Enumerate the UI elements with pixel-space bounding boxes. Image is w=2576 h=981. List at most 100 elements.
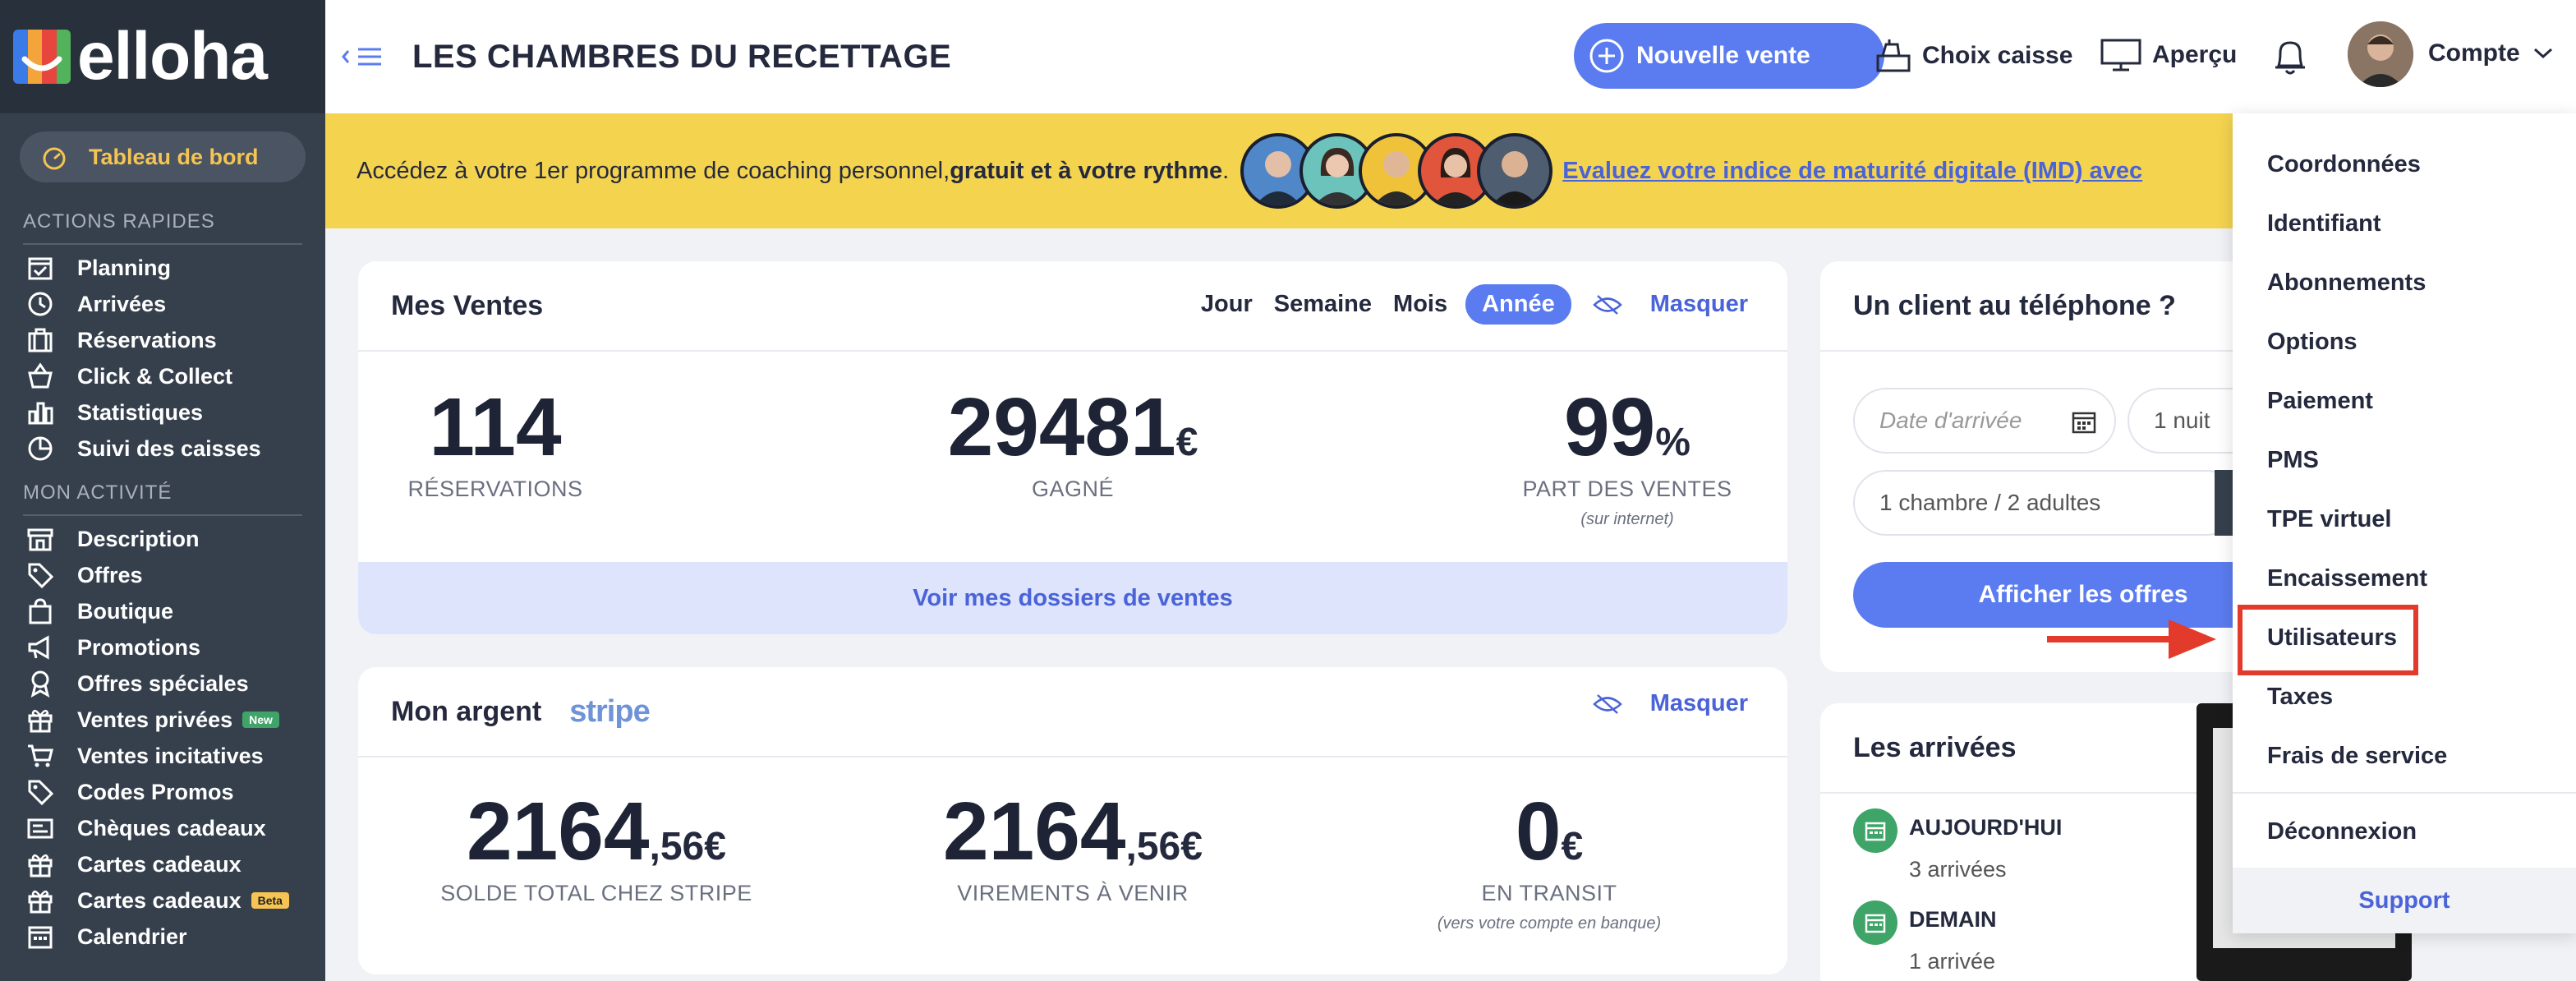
banner-bold-text: gratuit et à votre rythme [950, 157, 1223, 184]
sidebar-item-arrivées[interactable]: Arrivées [0, 286, 325, 322]
account-menu-item-paiement[interactable]: Paiement [2267, 388, 2373, 415]
money-actions: Masquer [1571, 690, 1748, 717]
hide-money-button[interactable]: Masquer [1592, 690, 1748, 717]
avatar[interactable] [2348, 21, 2413, 87]
period-week[interactable]: Semaine [1274, 291, 1372, 318]
sidebar-item-statistiques[interactable]: Statistiques [0, 394, 325, 431]
sidebar-item-label: Suivi des caisses [77, 435, 261, 461]
section-my-activity: MON ACTIVITÉ [23, 481, 302, 516]
sidebar-item-offres-spéciales[interactable]: Offres spéciales [0, 666, 325, 702]
arrivals-title: Les arrivées [1853, 731, 2017, 763]
brand-name: elloha [77, 19, 268, 94]
account-menu-item-coordonnées[interactable]: Coordonnées [2267, 151, 2421, 178]
sidebar-item-offres[interactable]: Offres [0, 557, 325, 593]
earned-value: 29481 [947, 381, 1176, 473]
period-day[interactable]: Jour [1201, 291, 1253, 318]
cash-register-link[interactable]: Choix caisse [1874, 38, 2072, 74]
dashboard-button[interactable]: Tableau de bord [20, 131, 306, 182]
gift-icon [26, 887, 58, 914]
sidebar-item-label: Promotions [77, 634, 201, 660]
imd-link[interactable]: Evaluez votre indice de maturité digital… [1562, 158, 2142, 185]
sidebar-item-planning[interactable]: Planning [0, 250, 325, 286]
coach-avatars [1240, 133, 1553, 209]
sidebar-item-cartes-cadeaux[interactable]: Cartes cadeaux [0, 846, 325, 882]
page-title: LES CHAMBRES DU RECETTAGE [412, 38, 952, 75]
gift-icon [26, 850, 58, 878]
support-link[interactable]: Support [2233, 868, 2576, 933]
sidebar-item-description[interactable]: Description [0, 521, 325, 557]
eye-off-icon [1592, 294, 1622, 315]
banner-text: Accédez à votre 1er programme de coachin… [356, 157, 950, 184]
sales-title: Mes Ventes [391, 289, 544, 321]
sidebar-item-click-collect[interactable]: Click & Collect [0, 358, 325, 394]
sales-card: Mes Ventes Jour Semaine Mois Année Masqu… [358, 261, 1787, 634]
sidebar-item-label: Réservations [77, 327, 217, 352]
sidebar-item-cartes-cadeaux[interactable]: Cartes cadeaux Beta [0, 882, 325, 919]
rooms-select[interactable]: 1 chambre / 2 adultes [1853, 470, 2239, 536]
red-arrow-icon [2047, 619, 2216, 659]
arrival-date-placeholder: Date d'arrivée [1879, 408, 2022, 433]
sidebar-item-ventes-privées[interactable]: Ventes privées New [0, 702, 325, 738]
calendar-icon [26, 923, 58, 951]
sidebar-item-codes-promos[interactable]: Codes Promos [0, 774, 325, 810]
sidebar-item-label: Description [77, 526, 200, 551]
account-dropdown: Déconnexion Support Coordonnées Identifia… [2233, 113, 2576, 933]
monitor-icon [2100, 38, 2142, 72]
sidebar-item-promotions[interactable]: Promotions [0, 629, 325, 666]
brand-logo[interactable]: elloha [0, 0, 325, 113]
account-menu-item-tpe-virtuel[interactable]: TPE virtuel [2267, 506, 2392, 533]
sidebar-item-label: Ventes privées [77, 707, 233, 732]
account-menu-toggle[interactable]: Compte [2428, 39, 2553, 67]
calendar-check-icon [26, 254, 58, 282]
sidebar-item-label: Arrivées [77, 291, 167, 316]
arrival-row-tomorrow[interactable]: DEMAIN 1 arrivée [1853, 900, 1997, 974]
new-sale-button[interactable]: Nouvelle vente [1574, 23, 1884, 89]
money-card: Mon argent stripe Masquer 2164,56€ SOLDE… [358, 667, 1787, 974]
rooms-value: 1 chambre / 2 adultes [1879, 490, 2101, 515]
upcoming-transfers-unit: ,56€ [1125, 825, 1203, 868]
in-transit-label: EN TRANSIT [1481, 881, 1617, 905]
sidebar-item-label: Chèques cadeaux [77, 815, 266, 841]
sidebar-item-label: Offres [77, 562, 143, 587]
sidebar-item-label: Boutique [77, 598, 173, 624]
upcoming-transfers-value: 2164 [943, 785, 1126, 877]
in-transit-unit: € [1561, 825, 1584, 868]
arrival-date-input[interactable]: Date d'arrivée [1853, 388, 2116, 454]
sales-files-link[interactable]: Voir mes dossiers de ventes [358, 562, 1787, 634]
logout-item[interactable]: Déconnexion [2267, 818, 2417, 845]
plus-circle-icon [1589, 38, 1625, 74]
stripe-logo: stripe [569, 693, 650, 729]
sales-share-value: 99 [1564, 381, 1656, 473]
logo-mark-icon [13, 30, 71, 84]
collapse-menu-icon [342, 48, 381, 66]
sidebar-item-ventes-incitatives[interactable]: Ventes incitatives [0, 738, 325, 774]
sales-share-stat: 99% PART DES VENTES (sur internet) [1492, 386, 1763, 529]
account-menu-item-options[interactable]: Options [2267, 329, 2358, 356]
award-icon [26, 670, 58, 698]
arrival-day: DEMAIN [1909, 907, 1997, 932]
account-menu-item-pms[interactable]: PMS [2267, 447, 2319, 474]
basket-icon [26, 362, 58, 390]
sidebar-item-boutique[interactable]: Boutique [0, 593, 325, 629]
account-menu-item-encaissement[interactable]: Encaissement [2267, 565, 2427, 592]
calendar-icon [1853, 808, 1898, 853]
account-menu-item-abonnements[interactable]: Abonnements [2267, 269, 2426, 297]
preview-link[interactable]: Aperçu [2100, 38, 2237, 72]
account-menu-item-frais-de-service[interactable]: Frais de service [2267, 743, 2447, 770]
in-transit-value: 0 [1515, 785, 1562, 877]
sidebar-item-calendrier[interactable]: Calendrier [0, 919, 325, 955]
sales-share-label: PART DES VENTES [1522, 477, 1732, 501]
hide-sales-button[interactable]: Masquer [1592, 291, 1748, 318]
collapse-sidebar-button[interactable] [342, 44, 391, 69]
sidebar-badge: New [242, 712, 279, 728]
period-month[interactable]: Mois [1393, 291, 1447, 318]
sidebar-item-réservations[interactable]: Réservations [0, 322, 325, 358]
highlight-box [2238, 605, 2418, 675]
sidebar-item-chèques-cadeaux[interactable]: Chèques cadeaux [0, 810, 325, 846]
period-year[interactable]: Année [1465, 284, 1571, 325]
account-menu-item-taxes[interactable]: Taxes [2267, 684, 2333, 711]
account-menu-item-identifiant[interactable]: Identifiant [2267, 210, 2381, 237]
notification-bell-icon[interactable] [2272, 36, 2308, 81]
arrival-row-today[interactable]: AUJOURD'HUI 3 arrivées [1853, 808, 2062, 882]
sidebar-item-suivi-des-caisses[interactable]: Suivi des caisses [0, 431, 325, 467]
